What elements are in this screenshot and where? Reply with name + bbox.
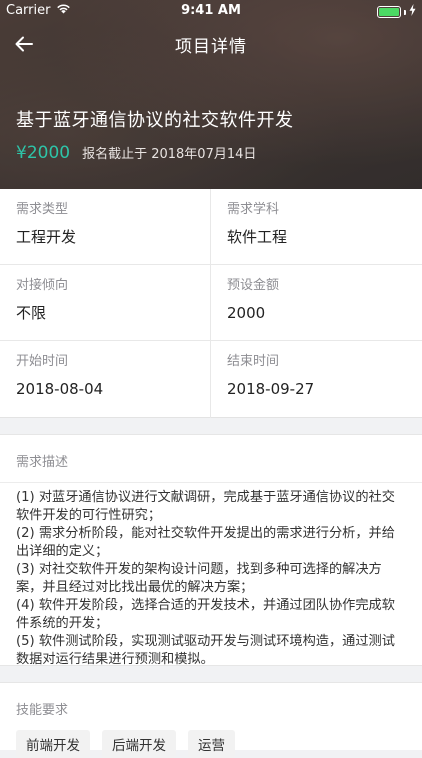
description-item: (3) 对社交软件开发的架构设计问题，找到多种可选择的解决方案，并且经过对比找出… — [16, 562, 382, 595]
page-title: 项目详情 — [175, 37, 247, 57]
info-value: 不限 — [16, 304, 47, 322]
requirement-description-card: 需求描述 (1) 对蓝牙通信协议进行文献调研，完成基于蓝牙通信协议的社交软件开发… — [0, 434, 422, 669]
skill-tag[interactable]: 运营 — [188, 730, 235, 758]
battery-icon — [377, 6, 401, 18]
skill-tag[interactable]: 后端开发 — [102, 730, 176, 758]
info-cell-end-date: 结束时间 2018-09-27 — [211, 341, 422, 418]
info-row: 对接倾向 不限 预设金额 2000 — [0, 265, 422, 341]
skill-tag[interactable]: 前端开发 — [16, 730, 90, 758]
description-item: (5) 软件测试阶段，实现测试驱动开发与测试环境构造，通过测试数据对运行结果进行… — [16, 634, 395, 667]
battery-fill — [379, 8, 399, 16]
skills-card: 技能要求 前端开发 后端开发 运营 — [0, 682, 422, 758]
navigation-bar: 项目详情 — [0, 26, 422, 62]
info-label: 对接倾向 — [16, 278, 69, 293]
description-item: (4) 软件开发阶段，选择合适的开发技术，并通过团队协作完成软件系统的开发； — [16, 598, 395, 631]
info-value: 2018-09-27 — [227, 380, 315, 398]
info-cell-discipline: 需求学科 软件工程 — [211, 189, 422, 264]
info-row: 需求类型 工程开发 需求学科 软件工程 — [0, 189, 422, 265]
status-right — [377, 4, 416, 20]
status-time: 9:41 AM — [181, 3, 241, 18]
project-title: 基于蓝牙通信协议的社交软件开发 — [16, 110, 294, 131]
info-cell-requirement-type: 需求类型 工程开发 — [0, 189, 211, 264]
info-cell-start-date: 开始时间 2018-08-04 — [0, 341, 211, 418]
status-bar: Carrier 9:41 AM — [0, 0, 422, 22]
price-row: ¥2000 报名截止于 2018年07月14日 — [16, 143, 256, 163]
project-info-grid: 需求类型 工程开发 需求学科 软件工程 对接倾向 不限 预设金额 2000 开始… — [0, 189, 422, 418]
info-cell-matching-preference: 对接倾向 不限 — [0, 265, 211, 340]
battery-cap — [404, 9, 406, 15]
info-value: 工程开发 — [16, 228, 77, 246]
info-label: 开始时间 — [16, 354, 69, 369]
project-header: Carrier 9:41 AM 项目详情 基于蓝牙通信协议的社交软件开发 ¥20… — [0, 0, 422, 189]
info-label: 需求类型 — [16, 202, 69, 217]
description-item: (2) 需求分析阶段，能对社交软件开发提出的需求进行分析，并给出详细的定义； — [16, 526, 395, 559]
project-price: ¥2000 — [16, 143, 71, 163]
section-title-description: 需求描述 — [16, 455, 69, 470]
description-item: (1) 对蓝牙通信协议进行文献调研，完成基于蓝牙通信协议的社交软件开发的可行性研… — [16, 490, 395, 523]
info-label: 结束时间 — [227, 354, 280, 369]
info-label: 预设金额 — [227, 278, 280, 293]
skill-tags: 前端开发 后端开发 运营 — [0, 718, 422, 758]
charging-icon — [409, 4, 416, 20]
section-title-skills: 技能要求 — [16, 703, 69, 718]
info-row: 开始时间 2018-08-04 结束时间 2018-09-27 — [0, 341, 422, 418]
description-list: (1) 对蓝牙通信协议进行文献调研，完成基于蓝牙通信协议的社交软件开发的可行性研… — [0, 483, 422, 669]
info-cell-budget: 预设金额 2000 — [211, 265, 422, 340]
info-label: 需求学科 — [227, 202, 280, 217]
info-value: 2000 — [227, 304, 266, 322]
registration-deadline: 报名截止于 2018年07月14日 — [82, 147, 257, 162]
info-value: 2018-08-04 — [16, 380, 104, 398]
info-value: 软件工程 — [227, 228, 288, 246]
